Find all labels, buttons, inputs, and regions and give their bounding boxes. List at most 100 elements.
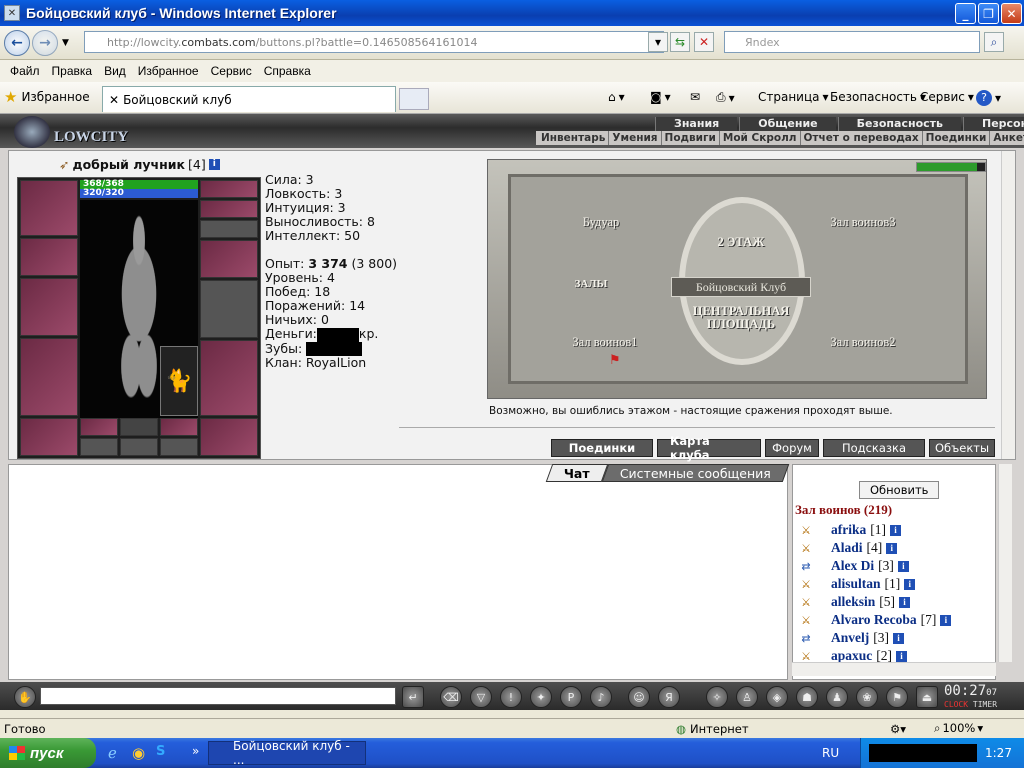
objects-button[interactable]: Объекты: [929, 439, 995, 457]
necklace-slot[interactable]: [20, 238, 78, 276]
user-name[interactable]: Anvelj: [831, 630, 869, 646]
armor-slot[interactable]: [20, 338, 78, 416]
pants-slot[interactable]: [200, 340, 258, 416]
exit-icon[interactable]: ⏏: [916, 686, 938, 708]
user-name[interactable]: alisultan: [831, 576, 881, 592]
tray-clock[interactable]: 1:27: [985, 746, 1012, 760]
ring-slots-row[interactable]: [200, 220, 258, 238]
tab-knowledge[interactable]: Знания: [655, 117, 738, 131]
scroll-slot-2[interactable]: [120, 438, 158, 456]
menu-help[interactable]: Справка: [258, 64, 317, 78]
room-boudoir[interactable]: Будуар: [541, 211, 661, 233]
favorites-button[interactable]: ★ Избранное: [4, 88, 90, 106]
subtab-duels[interactable]: Поединки: [923, 131, 991, 145]
menu-edit[interactable]: Правка: [46, 64, 99, 78]
refresh-button[interactable]: Обновить: [859, 481, 940, 499]
info-icon[interactable]: i: [886, 542, 898, 554]
subtab-my-scroll[interactable]: Мой Скролл: [720, 131, 801, 145]
mail-button[interactable]: ✉: [690, 90, 700, 104]
page-menu[interactable]: Страница ▾: [758, 90, 829, 104]
list-item[interactable]: ⚔ Alvaro Recoba [7] i: [795, 611, 995, 629]
friends-icon[interactable]: ♟: [826, 686, 848, 708]
room-warriors2[interactable]: Зал воинов2: [803, 331, 923, 353]
online-vscrollbar[interactable]: [998, 464, 1012, 662]
ring-slot-3[interactable]: [160, 418, 198, 436]
user-name[interactable]: Aladi: [831, 540, 863, 556]
central-square[interactable]: ЦЕНТРАЛЬНАЯ ПЛОЩАДЬ: [681, 305, 801, 331]
tools-menu[interactable]: Сервис ▾: [920, 90, 974, 104]
feeds-button[interactable]: ◙ ▾: [650, 90, 671, 104]
back-button[interactable]: ←: [4, 30, 30, 56]
compass-icon[interactable]: ✧: [706, 686, 728, 708]
address-dropdown-button[interactable]: ▾: [648, 32, 668, 52]
subtab-skills[interactable]: Умения: [609, 131, 662, 145]
list-item[interactable]: ⚔ afrika [1] i: [795, 521, 995, 539]
helmet-slot[interactable]: [20, 180, 78, 236]
duels-button[interactable]: Поединки: [551, 439, 653, 457]
tab-character[interactable]: Персонаж: [963, 117, 1024, 131]
earrings-slot[interactable]: [200, 180, 258, 198]
info-icon[interactable]: i: [208, 159, 220, 170]
boots-slot[interactable]: [200, 418, 258, 456]
zoom-control[interactable]: ⌕ 100% ▾: [934, 721, 983, 736]
refresh-icon[interactable]: ⇆: [670, 32, 690, 52]
smiley-icon[interactable]: ☺: [628, 686, 650, 708]
filter-icon[interactable]: ▽: [470, 686, 492, 708]
help-button[interactable]: ? ▾: [976, 90, 1001, 106]
user-name[interactable]: alleksin: [831, 594, 875, 610]
tab-communication[interactable]: Общение: [739, 117, 836, 131]
info-icon[interactable]: i: [897, 560, 909, 572]
ie-quicklaunch-icon[interactable]: ℯ: [108, 744, 117, 762]
potion-icon[interactable]: ♙: [736, 686, 758, 708]
tab-security[interactable]: Безопасность: [837, 117, 961, 131]
flag-icon[interactable]: ⚑: [886, 686, 908, 708]
address-field[interactable]: http://lowcity. combats.com/buttons.pl?ba…: [84, 31, 664, 53]
fight-icon[interactable]: ✦: [530, 686, 552, 708]
tab-chat[interactable]: Чат: [545, 464, 609, 482]
minimize-button[interactable]: _: [955, 3, 976, 24]
forum-button[interactable]: Форум: [765, 439, 819, 457]
subtab-achievements[interactable]: Подвиги: [662, 131, 720, 145]
send-icon[interactable]: ↵: [402, 686, 424, 708]
alert-icon[interactable]: !: [500, 686, 522, 708]
stop-icon[interactable]: ✕: [694, 32, 714, 52]
forward-button[interactable]: →: [32, 30, 58, 56]
subtab-transfers[interactable]: Отчет о переводах: [801, 131, 923, 145]
chat-message-input[interactable]: [40, 687, 396, 705]
menu-tools[interactable]: Сервис: [205, 64, 258, 78]
ring-slot-1[interactable]: [80, 418, 118, 436]
history-dropdown-icon[interactable]: ▼: [62, 38, 69, 48]
room-warriors3[interactable]: Зал воинов3: [803, 211, 923, 233]
info-icon[interactable]: i: [940, 614, 952, 626]
pet-cat[interactable]: 🐈: [160, 346, 198, 416]
taskbar-ie-window[interactable]: Бойцовский клуб - ...: [208, 739, 366, 767]
info-icon[interactable]: i: [904, 578, 916, 590]
quicklaunch-expand-icon[interactable]: »: [192, 744, 199, 758]
group-icon[interactable]: ❀: [856, 686, 878, 708]
info-icon[interactable]: i: [896, 650, 908, 662]
private-icon[interactable]: P: [560, 686, 582, 708]
list-item[interactable]: ⚔ Aladi [4] i: [795, 539, 995, 557]
search-input[interactable]: Яndex: [724, 31, 980, 53]
sound-icon[interactable]: ♪: [590, 686, 612, 708]
skype-quicklaunch-icon[interactable]: S: [156, 744, 165, 759]
maximize-button[interactable]: ❐: [978, 3, 999, 24]
list-item[interactable]: ⇄ Anvelj [3] i: [795, 629, 995, 647]
translit-icon[interactable]: Я: [658, 686, 680, 708]
bag-icon[interactable]: ◈: [766, 686, 788, 708]
amulet-slot[interactable]: [200, 200, 258, 218]
menu-file[interactable]: Файл: [4, 64, 46, 78]
protected-mode-icon[interactable]: ⚙▾: [890, 722, 906, 736]
browser-tab[interactable]: ✕ Бойцовский клуб: [102, 86, 396, 112]
list-item[interactable]: ⇄ Alex Di [3] i: [795, 557, 995, 575]
belt-slot[interactable]: [20, 418, 78, 456]
info-icon[interactable]: i: [899, 596, 911, 608]
online-hscrollbar[interactable]: [792, 662, 996, 676]
user-name[interactable]: Alvaro Recoba: [831, 612, 917, 628]
club-map-button[interactable]: Карта клуба: [657, 434, 761, 462]
user-name[interactable]: afrika: [831, 522, 866, 538]
ring-slot-2[interactable]: [120, 418, 158, 436]
language-indicator[interactable]: RU: [822, 746, 839, 760]
subtab-profile[interactable]: Анкета: [990, 131, 1024, 145]
main-scrollbar[interactable]: [1001, 151, 1015, 459]
